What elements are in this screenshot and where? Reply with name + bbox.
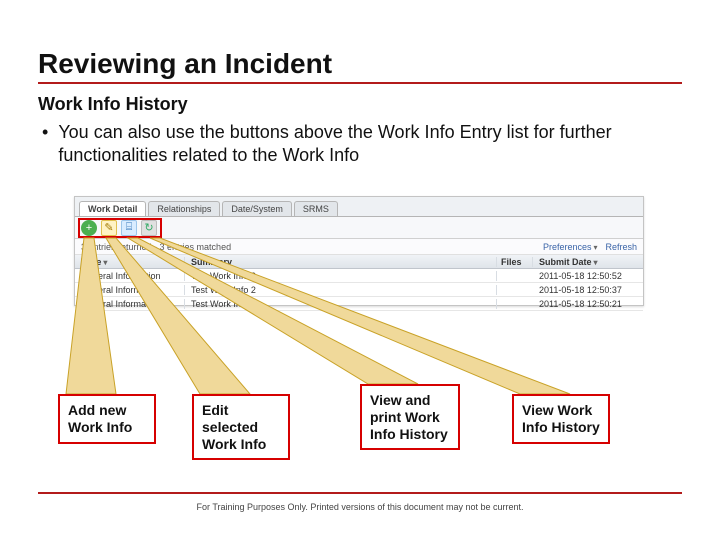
toolbar: + ✎ ⌸ ↻ [75, 217, 643, 239]
tab-relationships[interactable]: Relationships [148, 201, 220, 216]
tab-bar: Work Detail Relationships Date/System SR… [75, 197, 643, 217]
grid-header: Type▾ Summary Files Submit Date▾ [75, 255, 643, 269]
add-icon[interactable]: + [81, 220, 97, 236]
col-summary[interactable]: Summary [185, 257, 497, 267]
tab-srms[interactable]: SRMS [294, 201, 338, 216]
edit-icon[interactable]: ✎ [101, 220, 117, 236]
refresh-link[interactable]: Refresh [605, 242, 637, 252]
col-files[interactable]: Files [497, 257, 533, 267]
footer-note: For Training Purposes Only. Printed vers… [0, 502, 720, 512]
chevron-down-icon: ▾ [593, 243, 597, 252]
bullet-item: • You can also use the buttons above the… [42, 121, 682, 166]
bullet-dot: • [42, 121, 48, 166]
callout-view: View and print Work Info History [360, 384, 460, 450]
bottom-rule [38, 492, 682, 494]
preferences-link[interactable]: Preferences▾ [543, 242, 598, 252]
callout-add: Add new Work Info [58, 394, 156, 444]
view-icon[interactable]: ⌸ [121, 220, 137, 236]
slide-title: Reviewing an Incident [38, 48, 682, 84]
history-icon[interactable]: ↻ [141, 220, 157, 236]
bullet-text: You can also use the buttons above the W… [58, 121, 682, 166]
status-row: 3 entries returned - 3 entries matched P… [75, 239, 643, 255]
tab-date-system[interactable]: Date/System [222, 201, 292, 216]
table-row[interactable]: General Information Test Work Info 1 201… [75, 297, 643, 311]
callout-history: View Work Info History [512, 394, 610, 444]
sort-icon: ▾ [594, 258, 598, 267]
table-row[interactable]: General Information Test Work Info 2 201… [75, 283, 643, 297]
sort-icon: ▾ [103, 258, 107, 267]
workinfo-panel: Work Detail Relationships Date/System SR… [74, 196, 644, 306]
slide-subtitle: Work Info History [38, 94, 682, 115]
table-row[interactable]: General Information Test Work Info 3 201… [75, 269, 643, 283]
col-date[interactable]: Submit Date▾ [533, 257, 643, 267]
status-count: 3 entries returned - 3 entries matched [81, 242, 231, 252]
callout-edit: Edit selected Work Info [192, 394, 290, 460]
col-type[interactable]: Type▾ [75, 257, 185, 267]
tab-work-detail[interactable]: Work Detail [79, 201, 146, 216]
